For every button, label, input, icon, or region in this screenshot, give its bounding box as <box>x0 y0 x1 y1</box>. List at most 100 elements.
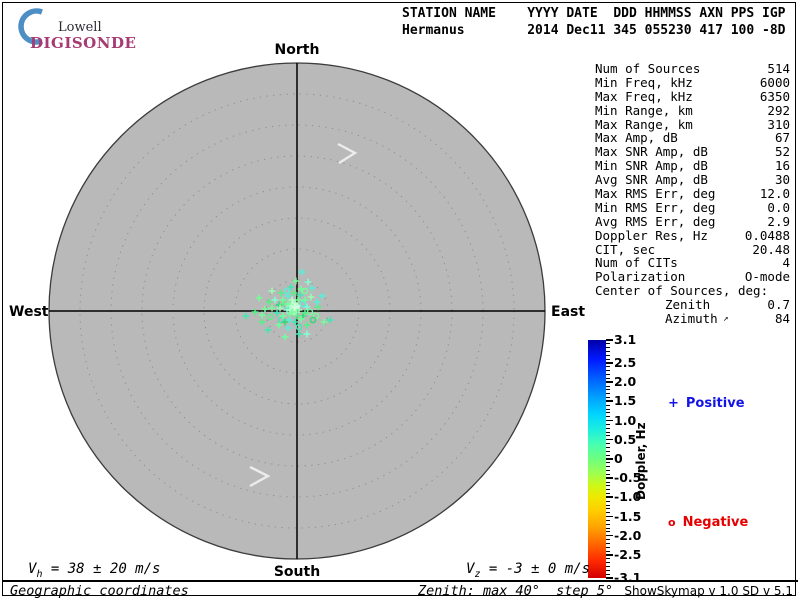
stat-value: 52 <box>774 144 790 160</box>
positive-doppler-legend: + Positive <box>668 396 745 411</box>
stat-label: Doppler Res, Hz <box>595 227 708 243</box>
colorbar-minor-tick <box>606 343 610 345</box>
stat-row: Max Freq, kHz 6350 <box>560 88 790 104</box>
stat-label: Min SNR Amp, dB <box>595 158 708 174</box>
colorbar-major-tick <box>606 534 613 537</box>
colorbar-major-tick <box>606 496 613 498</box>
colorbar-title: Doppler, Hz <box>634 422 648 500</box>
colorbar-minor-tick <box>606 427 610 429</box>
station-header: STATION NAME YYYY DATE DDD HHMMSS AXN PP… <box>402 6 786 39</box>
stat-value: 2.9 <box>767 213 790 229</box>
stat-label: Max Freq, kHz <box>595 88 693 104</box>
colorbar-tick-label: -2.5 <box>614 546 642 562</box>
colorbar-minor-tick <box>606 470 610 472</box>
stat-row: CIT, sec 20.48 <box>560 241 790 257</box>
stat-label: Max Range, km <box>595 116 693 132</box>
colorbar-minor-tick <box>606 489 610 491</box>
stat-label: Min RMS Err, deg <box>595 199 716 215</box>
stat-row: Max RMS Err, deg 12.0 <box>560 186 790 202</box>
stat-row: Center of Sources, deg: <box>560 283 790 298</box>
stat-row: Num of Sources 514 <box>560 61 790 76</box>
stat-label: Azimuth ↗ <box>665 311 729 327</box>
negative-label: Negative <box>682 515 749 530</box>
colorbar-tick-label: 2.0 <box>614 374 637 390</box>
colorbar-major-tick <box>606 438 613 441</box>
showskymap-window: Lowell DIGISONDE STATION NAME YYYY DATE … <box>0 0 800 600</box>
stat-value: 84 <box>774 311 790 327</box>
colorbar-minor-tick <box>606 462 610 464</box>
positive-label: Positive <box>685 396 745 411</box>
logo-lowell-text: Lowell <box>58 20 102 35</box>
colorbar-minor-tick <box>606 374 610 376</box>
stat-value: 6350 <box>759 88 790 104</box>
colorbar-minor-tick <box>606 573 610 575</box>
stat-label: Avg SNR Amp, dB <box>595 172 708 188</box>
colorbar-minor-tick <box>606 397 610 399</box>
colorbar-minor-tick <box>606 473 610 475</box>
colorbar-minor-tick <box>606 500 610 502</box>
stat-value: 514 <box>767 61 790 76</box>
compass-west-label: West <box>9 304 49 320</box>
logo-digisonde-text: DIGISONDE <box>30 34 137 52</box>
compass-north-label: North <box>274 42 320 58</box>
stat-row: Polarization O-mode <box>560 269 790 284</box>
colorbar-tick-label: -2.0 <box>614 527 642 543</box>
colorbar-minor-tick <box>606 542 610 544</box>
colorbar-minor-tick <box>606 450 610 452</box>
colorbar-minor-tick <box>606 347 610 349</box>
colorbar-minor-tick <box>606 512 610 514</box>
coordinates-label: Geographic coordinates <box>10 583 189 599</box>
stat-label: CIT, sec <box>595 241 656 257</box>
colorbar-minor-tick <box>606 370 610 372</box>
colorbar-minor-tick <box>606 493 610 495</box>
colorbar-minor-tick <box>606 408 610 410</box>
stat-label: Min Freq, kHz <box>595 74 693 90</box>
stat-row: Max Amp, dB 67 <box>560 130 790 145</box>
colorbar-minor-tick <box>606 508 610 510</box>
stat-value: 30 <box>774 172 790 188</box>
colorbar-minor-tick <box>606 354 610 356</box>
colorbar-major-tick <box>606 458 613 460</box>
plus-icon: + <box>668 396 679 411</box>
colorbar-minor-tick <box>606 351 610 353</box>
stat-value: 0.7 <box>767 297 790 313</box>
compass-south-label: South <box>273 564 321 580</box>
stat-row: Min SNR Amp, dB 16 <box>560 158 790 174</box>
stat-value: 16 <box>774 158 790 174</box>
colorbar-minor-tick <box>606 423 610 425</box>
stat-value: 20.48 <box>752 241 790 257</box>
footer-divider <box>2 580 798 582</box>
stat-row: Zenith 0.7 <box>560 297 790 313</box>
stat-row: Max Range, km 310 <box>560 116 790 132</box>
software-version-label: ShowSkymap v 1.0 SD v 5.1 <box>624 584 793 598</box>
zenith-range-note: Zenith: max 40° step 5° <box>418 583 614 599</box>
stat-label: Avg RMS Err, deg <box>595 213 716 229</box>
colorbar-minor-tick <box>606 393 610 395</box>
colorbar-minor-tick <box>606 358 610 360</box>
stat-row: Max SNR Amp, dB 52 <box>560 144 790 160</box>
colorbar-minor-tick <box>606 389 610 391</box>
colorbar-tick-label: 0 <box>614 451 623 466</box>
stat-value: 0.0488 <box>744 227 790 243</box>
stat-value: 12.0 <box>759 186 790 202</box>
colorbar-minor-tick <box>606 481 610 483</box>
horizontal-velocity-readout: Vh = 38 ± 20 m/s <box>28 561 160 580</box>
vh-value: = 38 ± 20 m/s <box>42 561 161 577</box>
colorbar-minor-tick <box>606 485 610 487</box>
stat-value: 292 <box>767 102 790 118</box>
lowell-digisonde-logo: Lowell DIGISONDE <box>10 7 140 52</box>
colorbar-major-tick <box>606 553 613 556</box>
colorbar-major-tick <box>606 419 613 422</box>
colorbar-minor-tick <box>606 550 610 552</box>
colorbar-major-tick <box>606 400 613 402</box>
colorbar-minor-tick <box>606 385 610 387</box>
stat-value: 310 <box>767 116 790 132</box>
azimuth-arrow-icon: ↗ <box>717 314 729 325</box>
header-columns: STATION NAME YYYY DATE DDD HHMMSS AXN PP… <box>402 6 786 21</box>
stat-value: 4 <box>782 255 790 271</box>
colorbar-minor-tick <box>606 565 610 567</box>
colorbar-minor-tick <box>606 446 610 448</box>
colorbar-minor-tick <box>606 519 610 521</box>
stat-row: Avg SNR Amp, dB 30 <box>560 172 790 188</box>
colorbar-tick-label: 0.5 <box>614 431 637 447</box>
